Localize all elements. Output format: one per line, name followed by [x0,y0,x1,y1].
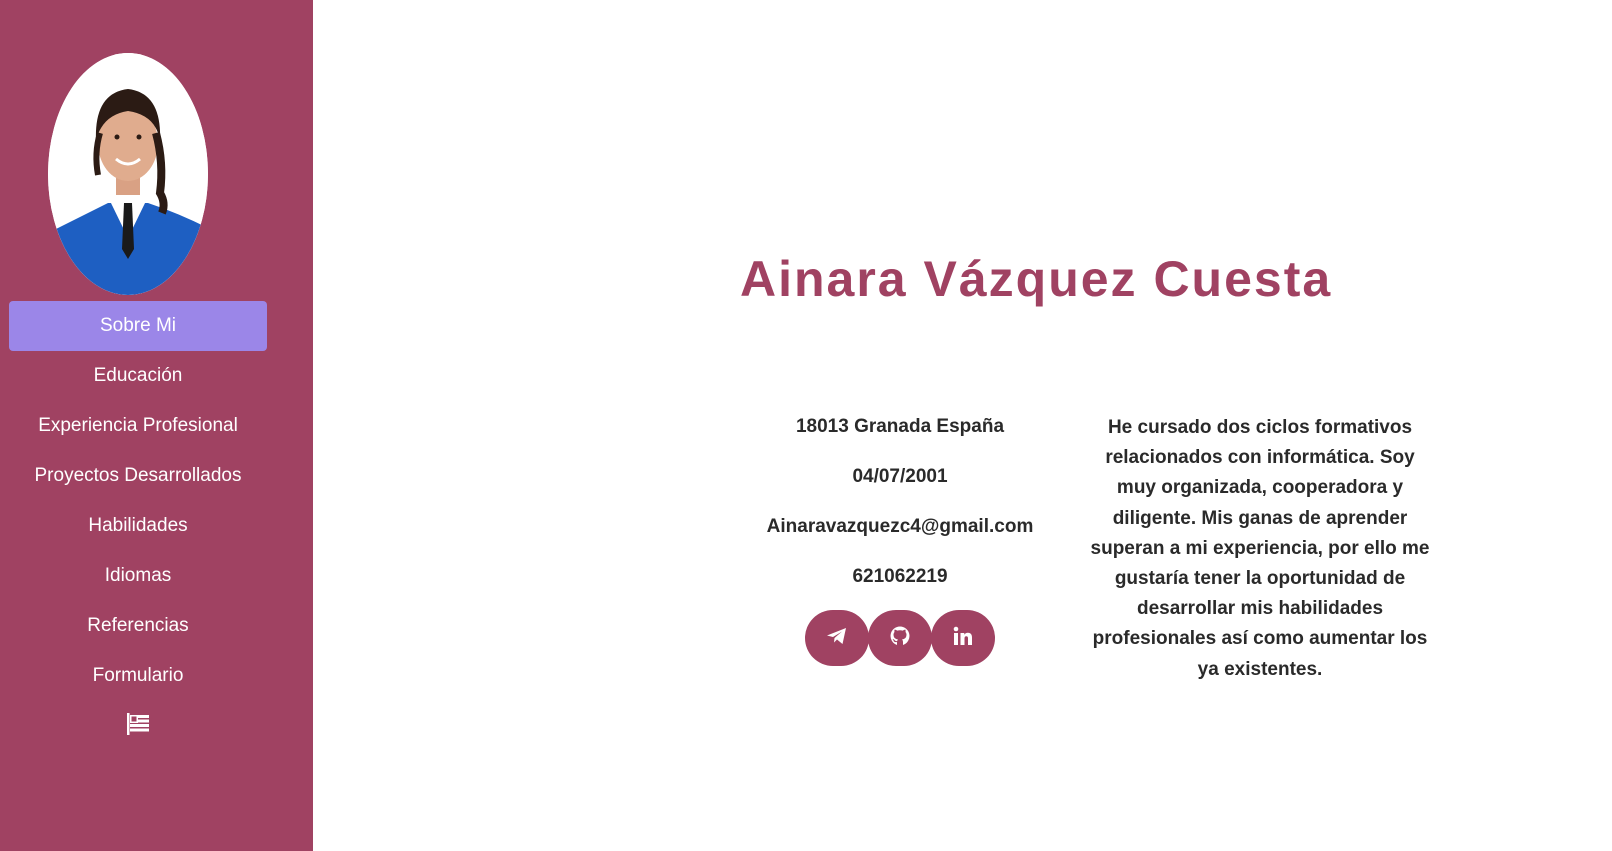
sidebar-item-idiomas[interactable]: Idiomas [9,551,267,601]
linkedin-button[interactable] [931,610,995,666]
sidebar-item-referencias[interactable]: Referencias [9,601,267,651]
profile-photo [48,53,208,295]
telegram-icon [825,624,849,653]
page: Sobre Mi Educación Experiencia Profesion… [0,0,1612,851]
social-links [740,610,1060,666]
profile-photo-image [48,53,208,295]
contact-info: 18013 Granada España 04/07/2001 Ainarava… [740,412,1060,666]
github-button[interactable] [868,610,932,666]
address-text: 18013 Granada España [795,416,1005,437]
phone-text: 621062219 [852,566,948,587]
about-text: He cursado dos ciclos formativos relacio… [1090,417,1430,680]
birthdate-text: 04/07/2001 [852,466,948,487]
telegram-button[interactable] [805,610,869,666]
language-switch-button[interactable] [9,701,267,751]
flag-icon [125,712,151,741]
sidebar-item-experiencia-profesional[interactable]: Experiencia Profesional [9,401,267,451]
sidebar-item-proyectos-desarrollados[interactable]: Proyectos Desarrollados [9,451,267,501]
sidebar-item-sobre-mi[interactable]: Sobre Mi [9,301,267,351]
github-icon [888,624,912,653]
sidebar-item-educacion[interactable]: Educación [9,351,267,401]
page-title: Ainara Vázquez Cuesta [740,251,1333,307]
sidebar: Sobre Mi Educación Experiencia Profesion… [0,0,313,851]
linkedin-icon [951,624,975,653]
sidebar-item-habilidades[interactable]: Habilidades [9,501,267,551]
email-text: Ainaravazquezc4@gmail.com [766,516,1034,537]
sidebar-nav: Sobre Mi Educación Experiencia Profesion… [0,301,313,751]
sidebar-item-formulario[interactable]: Formulario [9,651,267,701]
